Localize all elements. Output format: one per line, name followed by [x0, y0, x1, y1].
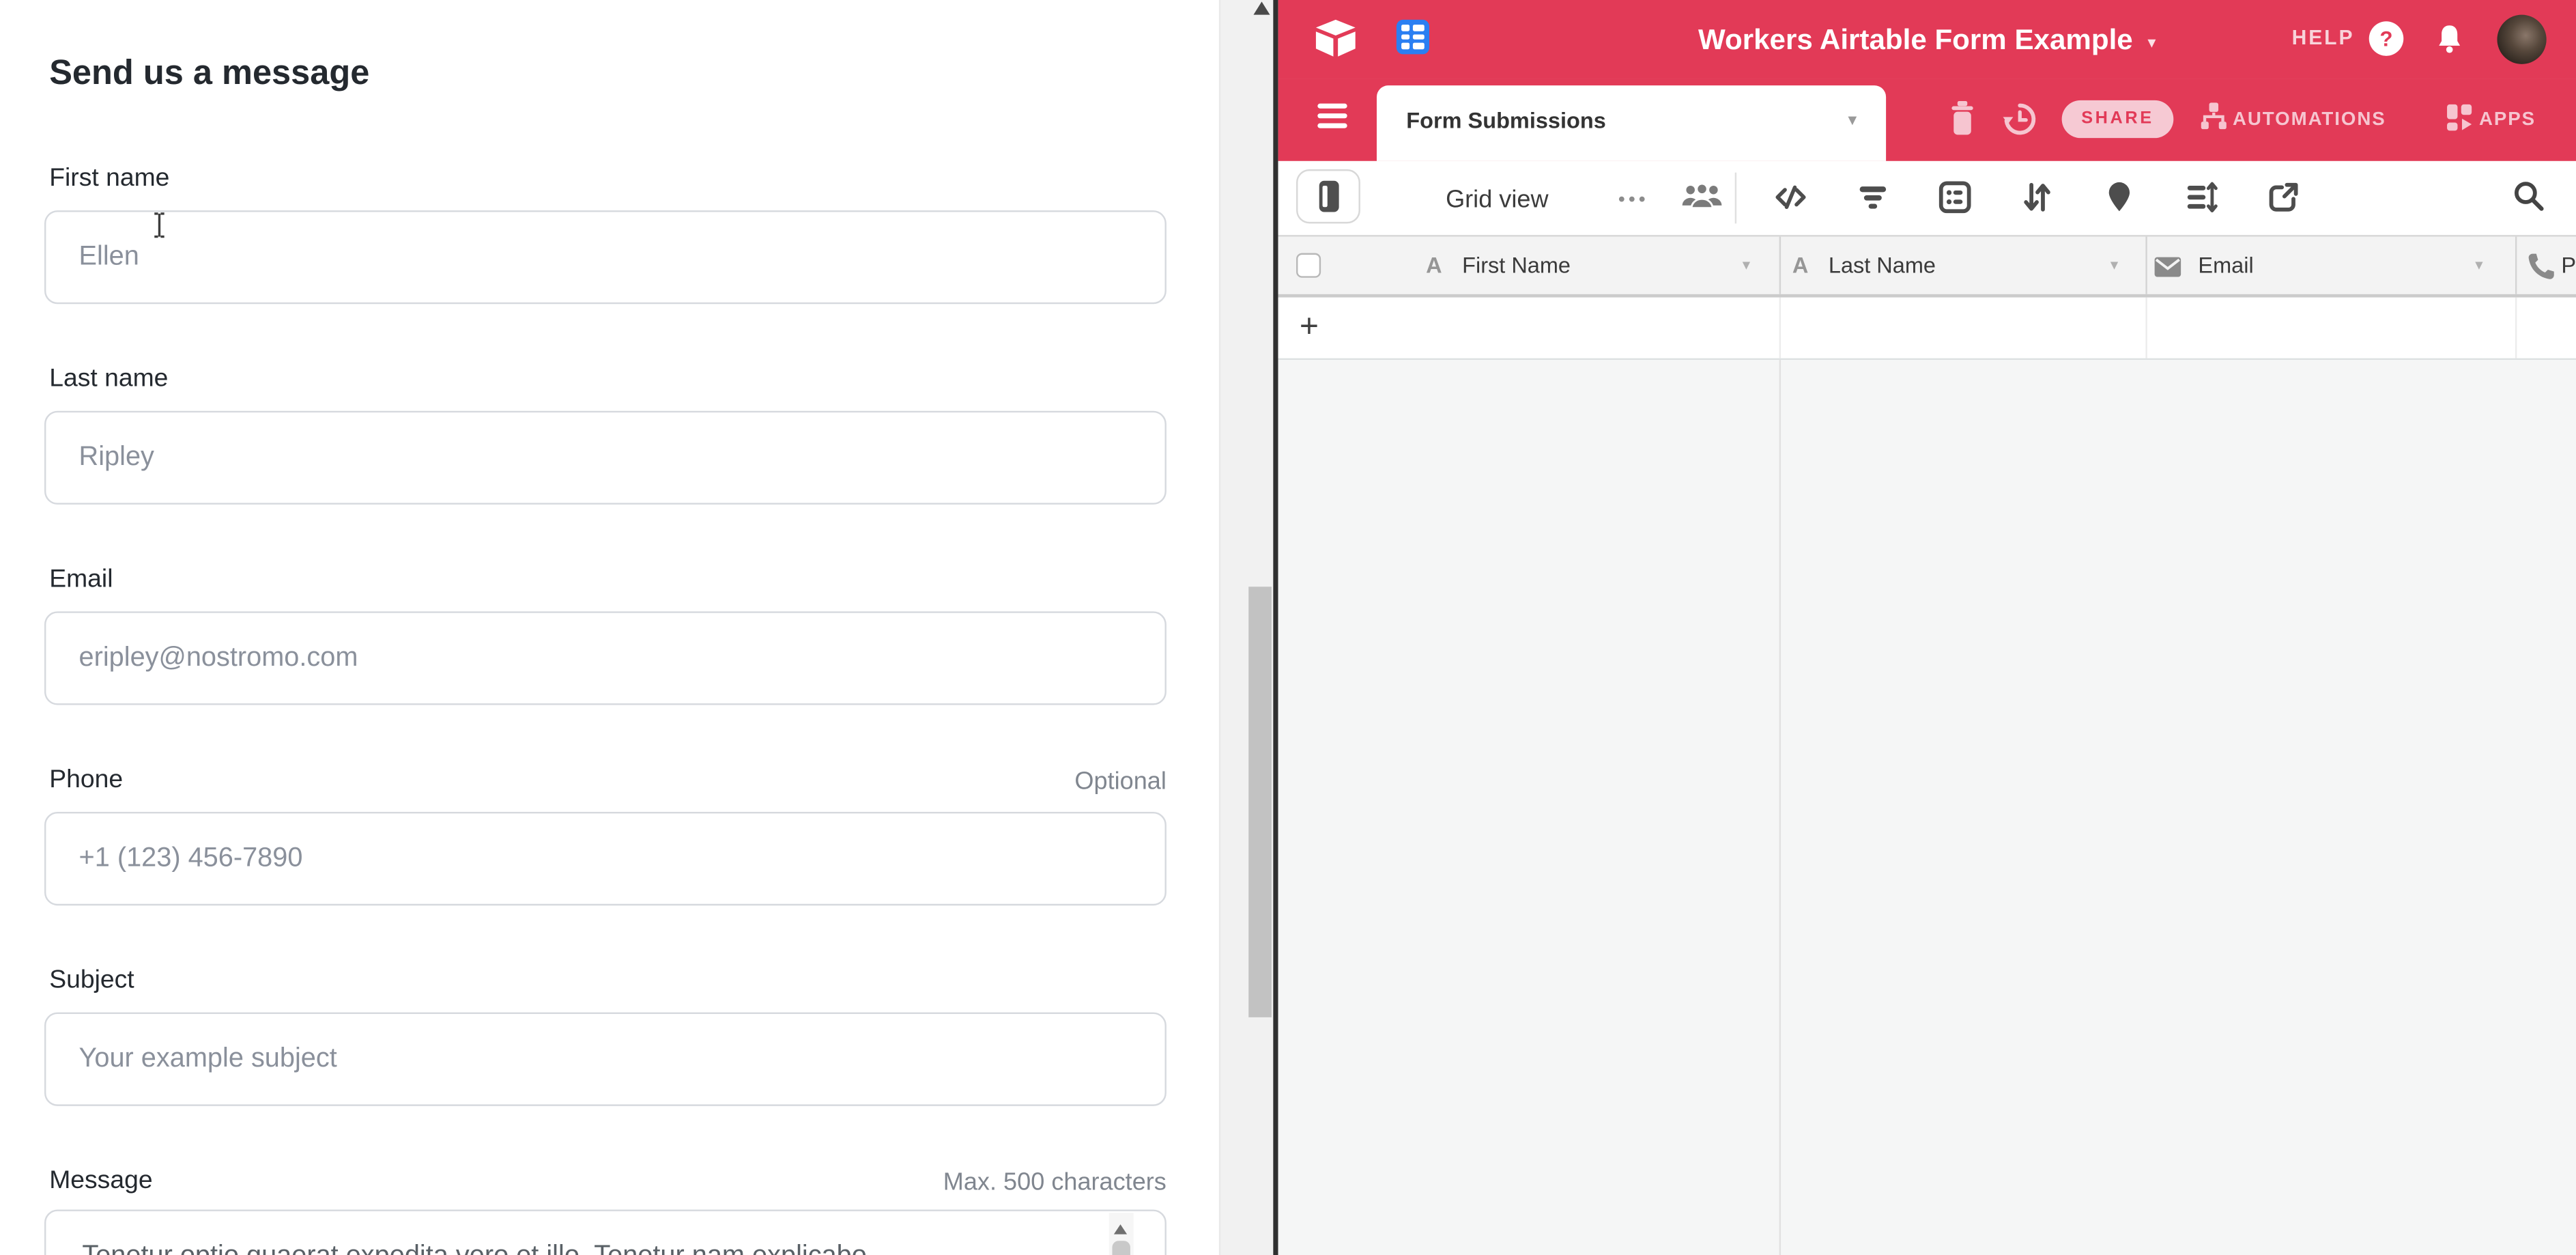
textarea-scrollbar[interactable] [1109, 1213, 1134, 1255]
phone-input[interactable] [44, 812, 1167, 905]
message-text: Tenetur optio quaerat expedita vero et i… [82, 1241, 1100, 1255]
group-icon[interactable] [1938, 181, 1971, 214]
form-scrollbar-thumb[interactable] [1248, 587, 1272, 1017]
table-tab-label: Form Submissions [1406, 109, 1606, 133]
phone-optional-hint: Optional [1074, 767, 1166, 795]
table-tab-caret-icon[interactable]: ▼ [1845, 112, 1859, 128]
help-question-icon[interactable]: ? [2369, 21, 2404, 56]
scroll-up-icon[interactable] [1114, 1224, 1127, 1234]
notifications-bell-icon[interactable] [2435, 23, 2464, 56]
first-name-label: First name [49, 165, 169, 194]
row-height-icon[interactable] [2185, 181, 2218, 214]
view-sidebar-toggle-button[interactable] [1296, 169, 1360, 223]
email-label: Email [49, 565, 113, 595]
phone-label: Phone [49, 766, 123, 795]
grid-view-icon[interactable] [1397, 20, 1429, 55]
form-heading: Send us a message [49, 54, 369, 94]
phone-field-type-icon [2525, 251, 2556, 283]
airtable-panel: Workers Airtable Form Example ▾ HELP ? Fo… [1278, 0, 2576, 1255]
text-cursor-icon [151, 212, 167, 238]
email-field-type-icon [2153, 256, 2181, 277]
sort-icon[interactable] [2020, 181, 2053, 214]
color-icon[interactable] [2103, 181, 2136, 214]
select-all-checkbox[interactable] [1296, 253, 1321, 278]
last-name-label: Last name [49, 365, 168, 394]
text-field-type-icon: A [1792, 253, 1808, 278]
add-row-button[interactable]: + [1300, 309, 1319, 346]
text-field-type-icon: A [1426, 253, 1442, 278]
contact-form-panel: Send us a message First name Last name E… [0, 0, 1218, 1255]
column-caret-icon[interactable]: ▼ [2472, 258, 2485, 273]
column-caret-icon[interactable]: ▼ [1740, 258, 1753, 273]
column-caret-icon[interactable]: ▼ [2108, 258, 2121, 273]
message-textarea[interactable]: Tenetur optio quaerat expedita vero et i… [44, 1209, 1167, 1255]
message-maxchars-hint: Max. 500 characters [943, 1168, 1167, 1196]
window-divider [1273, 0, 1278, 1255]
form-window-scrollbar[interactable] [1219, 0, 1275, 1255]
filter-icon[interactable] [1857, 181, 1889, 214]
view-more-icon[interactable]: ••• [1618, 187, 1649, 210]
add-row-row: + [1278, 298, 2576, 360]
textarea-scrollbar-thumb[interactable] [1112, 1241, 1130, 1255]
apps-button[interactable]: APPS [2479, 110, 2536, 130]
help-button[interactable]: HELP [2292, 27, 2355, 50]
base-title[interactable]: Workers Airtable Form Example [1698, 23, 2133, 56]
collaborators-icon[interactable] [1680, 182, 1723, 210]
hide-fields-icon[interactable] [1774, 181, 1807, 214]
search-icon[interactable] [2512, 179, 2545, 212]
airtable-tabbar: Form Submissions ▼ SHARE AUTOMATIONS [1278, 79, 2576, 161]
sidebar-panel-icon [1319, 180, 1339, 212]
column-header-phone[interactable]: Phone [2561, 253, 2576, 278]
scrollbar-up-icon[interactable] [1253, 1, 1270, 14]
column-header-email[interactable]: Email [2198, 253, 2253, 278]
subject-label: Subject [49, 966, 134, 996]
trash-icon[interactable] [1950, 100, 1975, 137]
email-input[interactable] [44, 611, 1167, 705]
share-view-icon[interactable] [2267, 181, 2300, 214]
grid-column-header-row: A First Name ▼ A Last Name ▼ Email ▼ Pho… [1278, 235, 2576, 297]
base-title-caret-icon[interactable]: ▾ [2147, 35, 2156, 53]
share-button[interactable]: SHARE [2062, 100, 2174, 138]
user-avatar[interactable] [2497, 15, 2546, 64]
first-name-input[interactable] [44, 210, 1167, 304]
column-header-first-name[interactable]: First Name [1462, 253, 1571, 278]
table-tab-form-submissions[interactable]: Form Submissions ▼ [1377, 85, 1886, 161]
subject-input[interactable] [44, 1013, 1167, 1106]
grid-body-empty [1278, 360, 2576, 1255]
message-label: Message [49, 1167, 152, 1196]
apps-icon[interactable] [2446, 104, 2473, 132]
automations-icon[interactable] [2200, 102, 2228, 131]
menu-hamburger-icon[interactable] [1317, 104, 1347, 128]
column-header-last-name[interactable]: Last Name [1829, 253, 1936, 278]
screenshot-root: Send us a message First name Last name E… [0, 0, 2576, 1255]
view-name[interactable]: Grid view [1446, 186, 1548, 214]
automations-button[interactable]: AUTOMATIONS [2233, 110, 2386, 130]
airtable-topbar: Workers Airtable Form Example ▾ HELP ? [1278, 0, 2576, 79]
toolbar-divider [1735, 173, 1736, 224]
history-icon[interactable] [2003, 102, 2037, 137]
last-name-input[interactable] [44, 411, 1167, 505]
